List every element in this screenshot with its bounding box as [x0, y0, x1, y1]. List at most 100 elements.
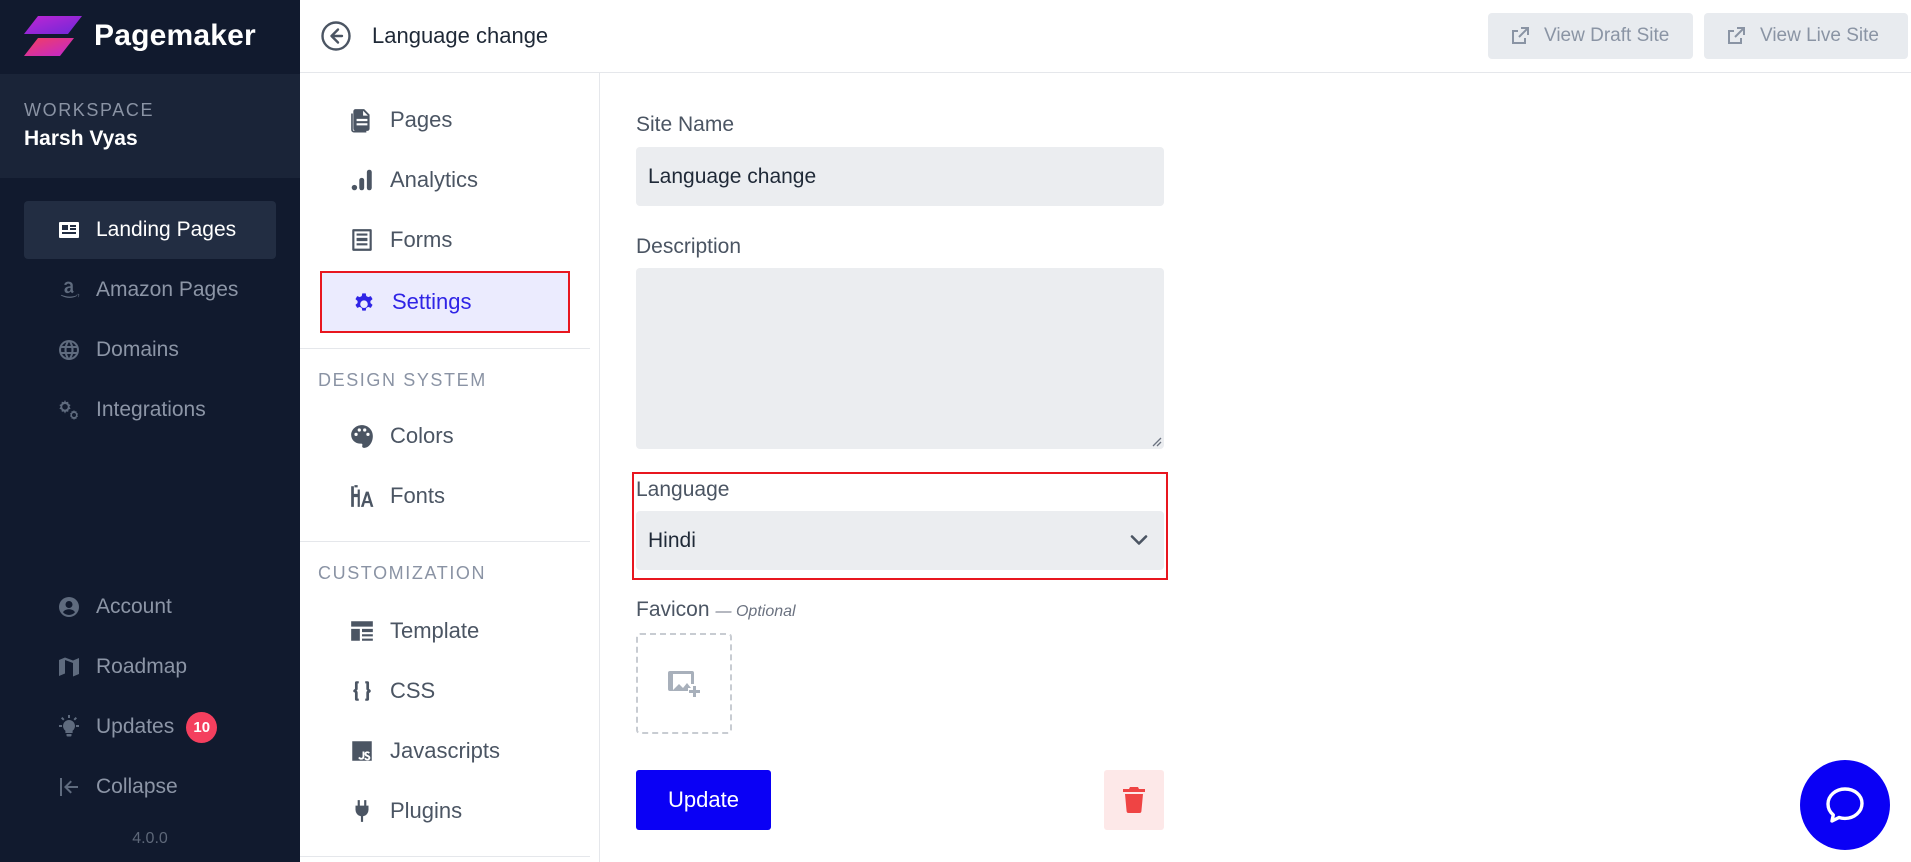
braces-icon [348, 677, 376, 705]
subnav-item-label: Settings [392, 289, 472, 314]
bottom-nav: Account Roadmap Updates 10 Collapse [24, 578, 276, 818]
external-link-icon [1728, 27, 1745, 44]
globe-icon [56, 337, 82, 363]
sidebar-item-label: Amazon Pages [96, 278, 239, 301]
view-draft-site-button[interactable]: View Draft Site [1488, 13, 1693, 59]
update-button[interactable]: Update [636, 770, 771, 830]
favicon-optional-hint: — Optional [715, 603, 796, 620]
sidebar-item-amazon-pages[interactable]: Amazon Pages [24, 261, 276, 319]
logo[interactable]: Pagemaker [24, 16, 256, 56]
map-icon [56, 654, 82, 680]
delete-site-button[interactable] [1104, 770, 1164, 830]
form-icon [348, 226, 376, 254]
workspace-name: Harsh Vyas [24, 127, 138, 150]
chat-bubble-icon [1826, 787, 1864, 823]
sidebar-item-label: Roadmap [96, 655, 188, 678]
subnav-item-javascripts[interactable]: Javascripts [320, 722, 570, 780]
favicon-upload[interactable] [636, 633, 732, 734]
subnav-item-label: CSS [390, 678, 436, 703]
external-link-icon [1512, 27, 1529, 44]
language-select[interactable]: Hindi [636, 511, 1164, 570]
bar-chart-icon [348, 166, 376, 194]
subnav-item-fonts[interactable]: Fonts [320, 467, 570, 525]
plug-icon [348, 797, 376, 825]
sidebar-item-label: Landing Pages [96, 218, 237, 241]
sidebar-item-label: Updates [96, 715, 175, 738]
sidebar-item-label: Account [96, 595, 172, 618]
language-label: Language [636, 478, 730, 501]
palette-icon [348, 422, 376, 450]
view-draft-label: View Draft Site [1544, 25, 1670, 46]
subnav-item-template[interactable]: Template [320, 602, 570, 660]
subnav-item-plugins[interactable]: Plugins [320, 782, 570, 840]
arrow-left-circle-icon [321, 21, 351, 51]
subnav-item-pages[interactable]: Pages [320, 91, 570, 149]
sidebar-item-integrations[interactable]: Integrations [24, 381, 276, 439]
workspace-label: WORKSPACE [24, 100, 155, 120]
pagemaker-logo-icon [24, 16, 82, 56]
sidebar-item-updates[interactable]: Updates 10 [24, 698, 276, 756]
subnav-item-analytics[interactable]: Analytics [320, 151, 570, 209]
sidebar-item-label: Domains [96, 338, 179, 361]
sidebar-item-collapse[interactable]: Collapse [24, 758, 276, 816]
subnav-item-colors[interactable]: Colors [320, 407, 570, 465]
sidebar-item-account[interactable]: Account [24, 578, 276, 636]
site-name-label: Site Name [636, 113, 735, 136]
subnav-item-label: Plugins [390, 798, 463, 823]
sidebar-item-landing-pages[interactable]: Landing Pages [24, 201, 276, 259]
amazon-icon [56, 277, 82, 303]
view-live-site-button[interactable]: View Live Site [1704, 13, 1908, 59]
gear-icon [350, 288, 378, 316]
sidebar-item-label: Integrations [96, 398, 206, 421]
subnav-item-label: Colors [390, 423, 454, 448]
lightbulb-icon [56, 714, 82, 740]
site-nav: Pages Analytics Forms Settings DESIGN SY… [300, 73, 600, 862]
subnav-item-settings[interactable]: Settings [320, 271, 570, 333]
favicon-label: Favicon — Optional [636, 598, 796, 622]
language-selected-value: Hindi [648, 528, 696, 552]
js-icon [348, 737, 376, 765]
chevron-down-icon [1130, 535, 1148, 545]
customization-heading: CUSTOMIZATION [318, 563, 487, 583]
trash-icon [1123, 787, 1145, 813]
layout-icon [348, 617, 376, 645]
back-button[interactable] [320, 20, 352, 52]
subnav-item-label: Javascripts [390, 738, 501, 763]
cogs-icon [56, 397, 82, 423]
favicon-label-text: Favicon [636, 598, 710, 621]
top-bar: Language change View Draft Site View Liv… [300, 0, 1911, 73]
resize-handle-icon[interactable] [1150, 435, 1162, 447]
newspaper-icon [56, 217, 82, 243]
main-sidebar: Pagemaker WORKSPACE Harsh Vyas Landing P… [0, 0, 300, 862]
file-icon [348, 106, 376, 134]
sidebar-item-roadmap[interactable]: Roadmap [24, 638, 276, 696]
subnav-item-forms[interactable]: Forms [320, 211, 570, 269]
divider [300, 348, 590, 349]
divider [300, 541, 590, 542]
collapse-left-icon [56, 774, 82, 800]
subnav-item-css[interactable]: CSS [320, 662, 570, 720]
divider [300, 856, 590, 857]
updates-count-badge: 10 [186, 711, 218, 743]
site-name-value: Language change [648, 164, 817, 188]
subnav-item-label: Forms [390, 227, 453, 252]
support-chat-button[interactable] [1800, 760, 1890, 850]
subnav-item-label: Fonts [390, 483, 446, 508]
description-textarea[interactable] [636, 268, 1164, 449]
subnav-item-label: Pages [390, 107, 453, 132]
description-label: Description [636, 235, 742, 258]
page-title: Language change [372, 23, 549, 48]
add-image-icon [668, 670, 700, 697]
workspace-switcher[interactable]: WORKSPACE Harsh Vyas [0, 74, 300, 178]
sidebar-item-label: Collapse [96, 775, 178, 798]
app-name: Pagemaker [94, 19, 256, 52]
main-nav: Landing Pages Amazon Pages Domains Integ… [24, 201, 276, 441]
font-icon [348, 482, 376, 510]
design-system-heading: DESIGN SYSTEM [318, 370, 487, 390]
user-circle-icon [56, 594, 82, 620]
sidebar-item-domains[interactable]: Domains [24, 321, 276, 379]
subnav-item-label: Template [390, 618, 480, 643]
view-live-label: View Live Site [1760, 25, 1879, 46]
site-name-input[interactable]: Language change [636, 147, 1164, 206]
app-version: 4.0.0 [132, 830, 168, 847]
